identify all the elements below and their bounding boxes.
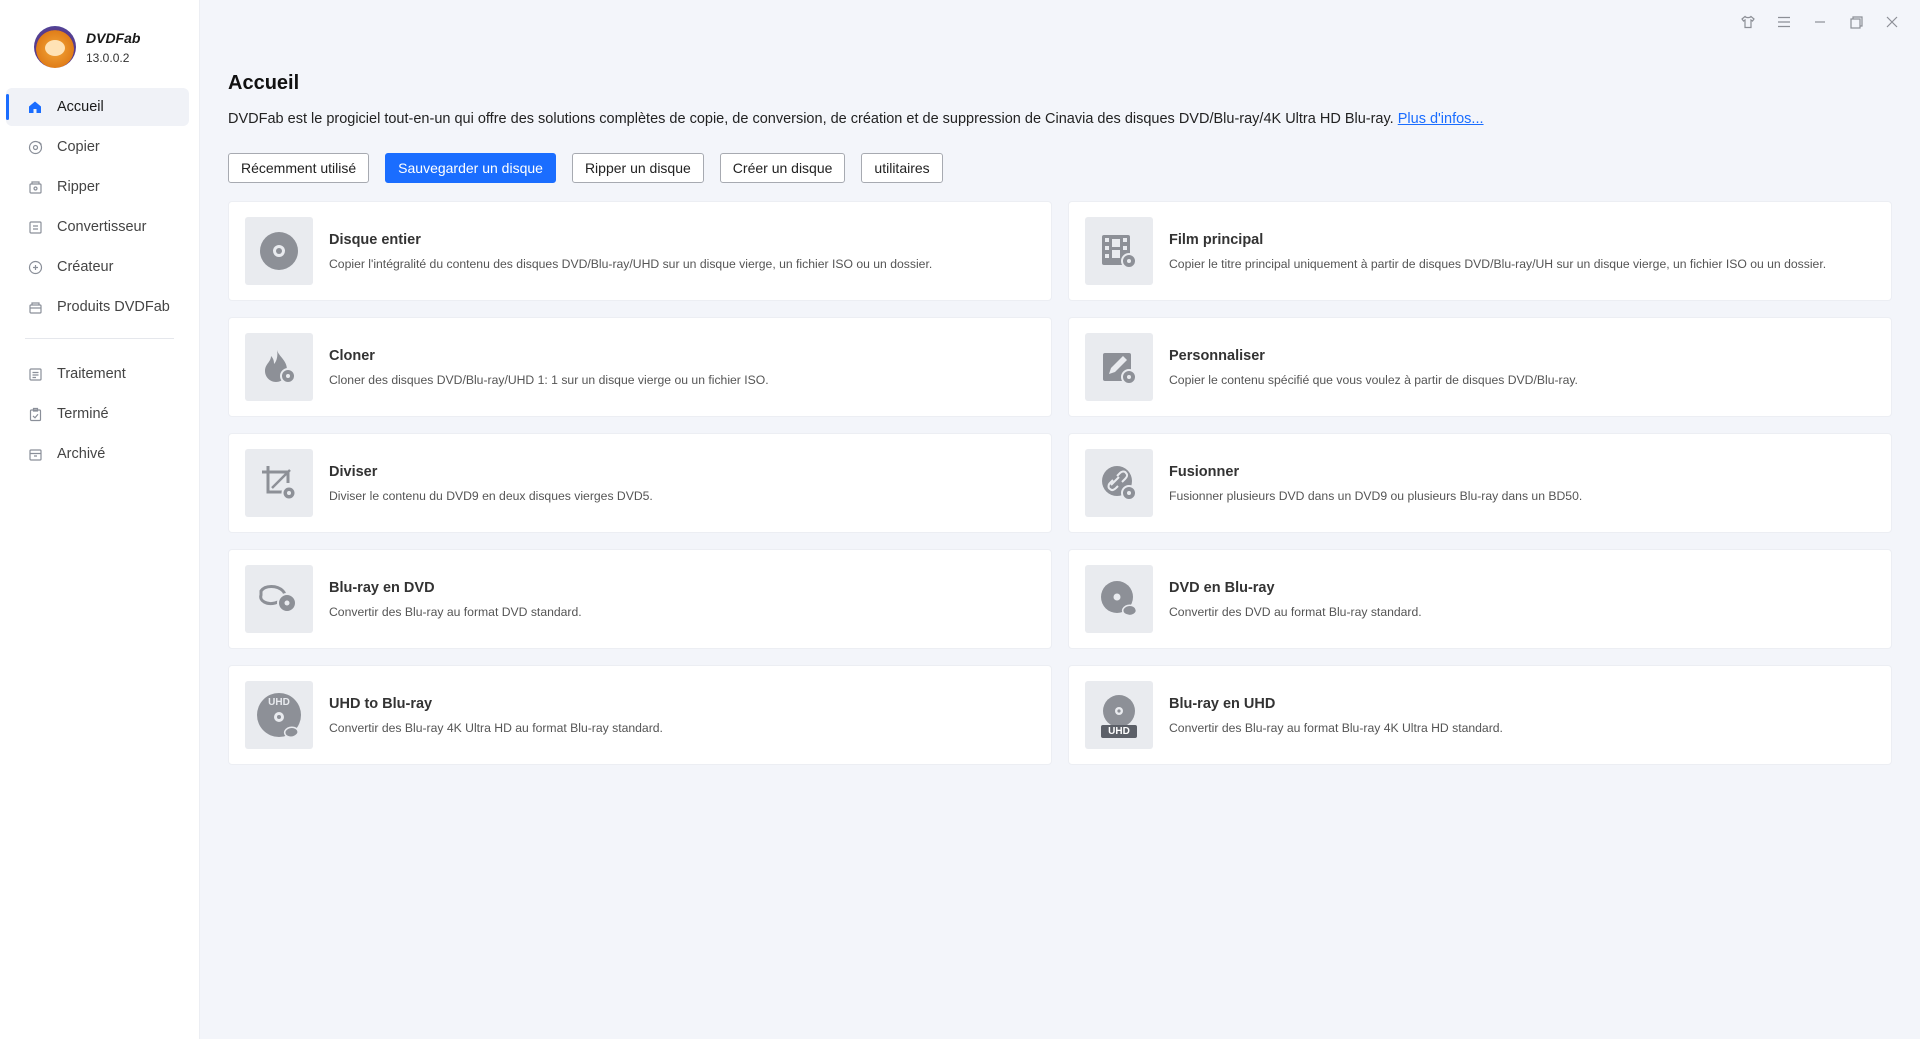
brand: DVDFab 13.0.0.2: [34, 26, 140, 68]
page-title: Accueil: [228, 72, 300, 94]
card-uhd-to-bluray[interactable]: UHD UHD to Blu-ray Convertir des Blu-ray…: [228, 665, 1052, 765]
card-description: Convertir des Blu-ray au format Blu-ray …: [1169, 720, 1503, 735]
sidebar-item-label: Ripper: [57, 179, 100, 195]
sidebar-item-archive[interactable]: Archivé: [6, 435, 189, 473]
card-description: Diviser le contenu du DVD9 en deux disqu…: [329, 488, 653, 503]
uhd-to-bluray-icon: UHD: [245, 681, 313, 749]
processing-icon: [27, 366, 43, 382]
done-icon: [27, 406, 43, 422]
restore-icon[interactable]: [1838, 10, 1874, 34]
close-icon[interactable]: [1874, 10, 1910, 34]
card-description: Copier l'intégralité du contenu des disq…: [329, 256, 933, 271]
tab-recent[interactable]: Récemment utilisé: [228, 153, 370, 183]
card-dvd-to-bluray[interactable]: DVD en Blu-ray Convertir des DVD au form…: [1068, 549, 1892, 649]
sidebar-item-label: Copier: [57, 139, 100, 155]
home-icon: [27, 99, 43, 115]
copy-icon: [27, 139, 43, 155]
sidebar-nav: Accueil Copier Ripper Convertisseur Créa…: [0, 88, 200, 475]
card-full-disc[interactable]: Disque entier Copier l'intégralité du co…: [228, 201, 1052, 301]
card-title: Blu-ray en UHD: [1169, 695, 1276, 712]
bluray-to-dvd-icon: [245, 565, 313, 633]
card-bluray-to-uhd[interactable]: UHD Blu-ray en UHD Convertir des Blu-ray…: [1068, 665, 1892, 765]
sidebar-divider: [25, 338, 174, 339]
card-clone[interactable]: Cloner Cloner des disques DVD/Blu-ray/UH…: [228, 317, 1052, 417]
card-title: Cloner: [329, 347, 375, 364]
card-description: Convertir des DVD au format Blu-ray stan…: [1169, 604, 1422, 619]
disc-icon: [245, 217, 313, 285]
sidebar-item-produits[interactable]: Produits DVDFab: [6, 288, 189, 326]
card-title: Blu-ray en DVD: [329, 579, 435, 596]
window-controls: [1730, 10, 1910, 34]
link-icon: [1085, 449, 1153, 517]
sidebar-item-label: Produits DVDFab: [57, 299, 170, 315]
intro-text: DVDFab est le progiciel tout-en-un qui o…: [228, 111, 1892, 127]
sidebar-item-label: Convertisseur: [57, 219, 147, 235]
mode-grid: Disque entier Copier l'intégralité du co…: [228, 201, 1892, 765]
card-description: Fusionner plusieurs DVD dans un DVD9 ou …: [1169, 488, 1583, 503]
card-title: UHD to Blu-ray: [329, 695, 433, 712]
sidebar-item-label: Accueil: [57, 99, 104, 115]
card-merge[interactable]: Fusionner Fusionner plusieurs DVD dans u…: [1068, 433, 1892, 533]
card-title: DVD en Blu-ray: [1169, 579, 1275, 596]
card-title: Diviser: [329, 463, 378, 480]
sidebar-item-copier[interactable]: Copier: [6, 128, 189, 166]
card-title: Personnaliser: [1169, 347, 1265, 364]
intro-description: DVDFab est le progiciel tout-en-un qui o…: [228, 111, 1394, 127]
sidebar-item-label: Archivé: [57, 446, 106, 462]
ripper-icon: [27, 179, 43, 195]
sidebar-item-label: Créateur: [57, 259, 114, 275]
card-title: Film principal: [1169, 231, 1264, 248]
more-info-link[interactable]: Plus d'infos...: [1398, 111, 1484, 127]
main-content: Accueil DVDFab est le progiciel tout-en-…: [228, 72, 1892, 765]
converter-icon: [27, 219, 43, 235]
uhd-badge: UHD: [268, 697, 290, 708]
dvdfab-logo-icon: [34, 26, 76, 68]
app-name: DVDFab: [86, 30, 141, 46]
tab-backup-disc[interactable]: Sauvegarder un disque: [385, 153, 556, 183]
shirt-icon[interactable]: [1730, 10, 1766, 34]
minimize-icon[interactable]: [1802, 10, 1838, 34]
card-description: Copier le contenu spécifié que vous voul…: [1169, 372, 1578, 387]
archive-icon: [27, 446, 43, 462]
card-description: Convertir des Blu-ray 4K Ultra HD au for…: [329, 720, 663, 735]
sidebar: DVDFab 13.0.0.2 Accueil Copier Ripper Co…: [0, 0, 200, 1039]
edit-icon: [1085, 333, 1153, 401]
sidebar-item-createur[interactable]: Créateur: [6, 248, 189, 286]
sidebar-item-label: Traitement: [57, 366, 126, 382]
card-description: Copier le titre principal uniquement à p…: [1169, 256, 1827, 271]
uhd-badge: UHD: [1108, 726, 1130, 737]
card-description: Convertir des Blu-ray au format DVD stan…: [329, 604, 582, 619]
sidebar-item-accueil[interactable]: Accueil: [6, 88, 189, 126]
app-version: 13.0.0.2: [86, 51, 130, 65]
dvd-to-bluray-icon: [1085, 565, 1153, 633]
products-icon: [27, 299, 43, 315]
crop-icon: [245, 449, 313, 517]
menu-icon[interactable]: [1766, 10, 1802, 34]
creator-icon: [27, 259, 43, 275]
tab-create-disc[interactable]: Créer un disque: [719, 153, 846, 183]
card-bluray-to-dvd[interactable]: Blu-ray en DVD Convertir des Blu-ray au …: [228, 549, 1052, 649]
tab-rip-disc[interactable]: Ripper un disque: [571, 153, 704, 183]
tab-utilities[interactable]: utilitaires: [861, 153, 943, 183]
sidebar-item-label: Terminé: [57, 406, 109, 422]
category-tabs: Récemment utilisé Sauvegarder un disque …: [228, 153, 1892, 183]
card-description: Cloner des disques DVD/Blu-ray/UHD 1: 1 …: [329, 372, 769, 387]
sidebar-item-ripper[interactable]: Ripper: [6, 168, 189, 206]
bluray-to-uhd-icon: UHD: [1085, 681, 1153, 749]
card-main-movie[interactable]: Film principal Copier le titre principal…: [1068, 201, 1892, 301]
sidebar-item-traitement[interactable]: Traitement: [6, 355, 189, 393]
card-customize[interactable]: Personnaliser Copier le contenu spécifié…: [1068, 317, 1892, 417]
sidebar-item-convertisseur[interactable]: Convertisseur: [6, 208, 189, 246]
card-title: Disque entier: [329, 231, 421, 248]
film-icon: [1085, 217, 1153, 285]
card-split[interactable]: Diviser Diviser le contenu du DVD9 en de…: [228, 433, 1052, 533]
sidebar-item-termine[interactable]: Terminé: [6, 395, 189, 433]
card-title: Fusionner: [1169, 463, 1240, 480]
flame-icon: [245, 333, 313, 401]
